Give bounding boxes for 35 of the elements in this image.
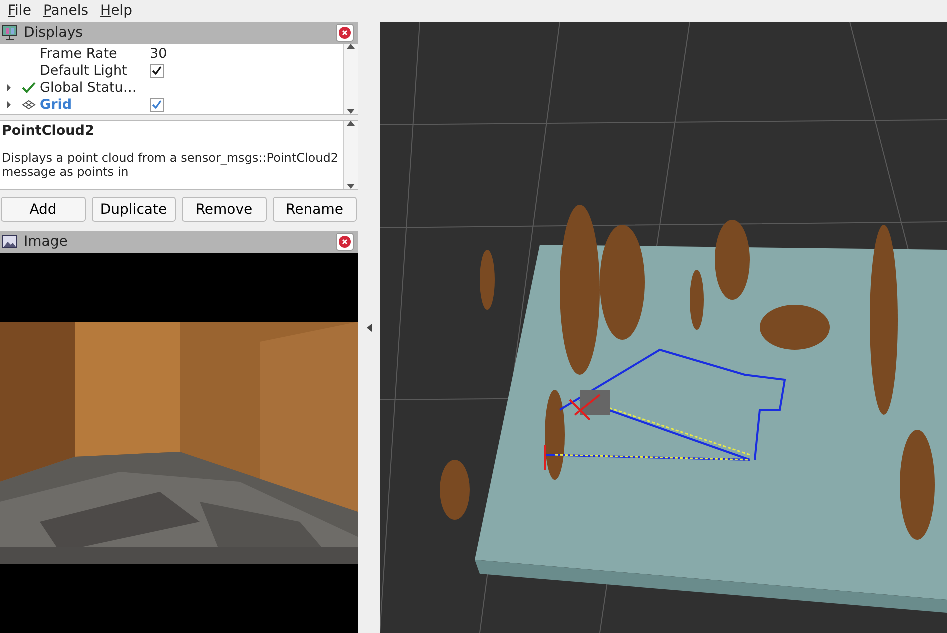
checkmark-icon: [152, 100, 162, 110]
monitor-icon: [2, 25, 18, 41]
scroll-up-icon[interactable]: [347, 121, 355, 126]
collapse-arrow-icon[interactable]: [366, 324, 372, 332]
scrollbar[interactable]: [343, 44, 358, 114]
menu-item[interactable]: Help: [96, 3, 136, 19]
scrollbar[interactable]: [343, 121, 358, 189]
checkmark-icon: [152, 66, 162, 76]
grid-icon: [22, 100, 36, 110]
menu-item[interactable]: Panels: [39, 3, 93, 19]
description-text: Displays a point cloud from a sensor_msgs::PointCloud2 message as points in: [2, 151, 340, 179]
scroll-down-icon[interactable]: [347, 184, 355, 189]
menu-item[interactable]: File: [4, 3, 36, 19]
checkbox[interactable]: [150, 64, 164, 78]
panel-button[interactable]: Remove: [182, 197, 266, 222]
property-name[interactable]: Default Light: [40, 62, 144, 78]
checkbox[interactable]: [150, 98, 164, 112]
panel-title: Image: [24, 234, 69, 250]
property-name[interactable]: Frame Rate: [40, 46, 144, 62]
scroll-down-icon[interactable]: [347, 109, 355, 114]
panel-button[interactable]: Add: [1, 197, 86, 222]
close-button[interactable]: [336, 233, 354, 251]
expander-icon[interactable]: [6, 100, 12, 108]
image-icon: [2, 234, 18, 250]
close-button[interactable]: [336, 24, 354, 42]
property-value[interactable]: 30: [144, 46, 343, 62]
expander-icon[interactable]: [6, 84, 12, 92]
status-ok-icon: [22, 82, 36, 94]
panel-button[interactable]: Rename: [272, 197, 357, 222]
property-name[interactable]: Global Statu…: [40, 80, 144, 96]
3d-view-drawing[interactable]: [380, 22, 947, 633]
description-title: PointCloud2: [2, 123, 96, 139]
panel-title: Displays: [24, 25, 84, 41]
panel-button[interactable]: Duplicate: [92, 197, 176, 222]
property-name[interactable]: Grid: [40, 96, 144, 112]
